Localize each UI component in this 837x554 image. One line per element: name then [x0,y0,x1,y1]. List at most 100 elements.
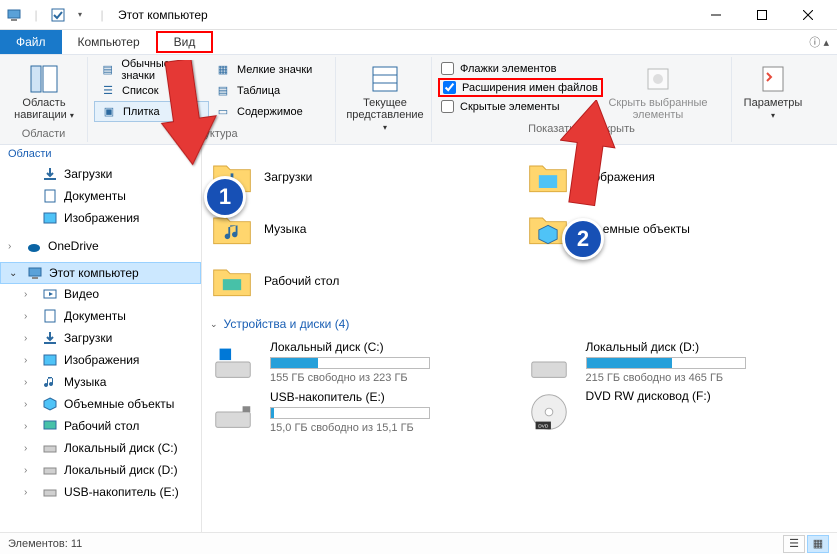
minimize-button[interactable] [693,0,739,30]
folder-pictures[interactable]: Изображения [526,153,830,201]
folder-icon [526,155,570,199]
sidebar-item-desktop[interactable]: ›Рабочий стол [0,415,201,437]
folder-music[interactable]: Музыка [210,205,514,253]
ribbon-help-icon[interactable]: ⓘ ▴ [809,34,829,50]
drive-name: Локальный диск (C:) [270,340,514,354]
sidebar-item-documents[interactable]: ›Документы [0,305,201,327]
checkbox-file-extensions-input[interactable] [443,81,456,94]
ribbon-group-panes: Областьнавигации ▾ Области [0,57,88,142]
sidebar-item-music[interactable]: ›Музыка [0,371,201,393]
expand-icon[interactable]: › [24,421,36,432]
sidebar-item-this-pc[interactable]: ⌄ Этот компьютер [0,262,201,284]
sidebar-item-videos[interactable]: ›Видео [0,283,201,305]
window-title: Этот компьютер [118,8,208,22]
sidebar-item-documents-qa[interactable]: Документы [0,185,201,207]
layout-content[interactable]: ▭Содержимое [209,101,321,122]
view-details-button[interactable]: ☰ [783,535,805,553]
sidebar-item-pictures[interactable]: › Изображения [0,349,201,371]
expand-icon[interactable]: › [24,333,36,344]
sidebar-item-drive-c[interactable]: › Локальный диск (C:) [0,437,201,459]
desktop-icon [42,418,58,434]
layout-table[interactable]: ▤Таблица [209,80,321,101]
checkbox-item-flags-input[interactable] [441,62,454,75]
expand-icon[interactable]: › [24,487,36,498]
sidebar-item-downloads[interactable]: ›Загрузки [0,327,201,349]
close-button[interactable] [785,0,831,30]
layout-regular-icons[interactable]: ▤Обычные значки [94,59,209,80]
nav-pane[interactable]: Области Загрузки Документы Изображения ›… [0,145,202,532]
maximize-button[interactable] [739,0,785,30]
sidebar-item-label: Изображения [64,211,139,225]
expand-icon[interactable]: › [8,241,20,252]
folder-icon [210,207,254,251]
sidebar-item-label: Изображения [64,353,139,367]
tab-computer[interactable]: Компьютер [62,30,156,54]
sidebar-item-drive-e[interactable]: › USB-накопитель (E:) [0,481,201,503]
folder-label: Объемные объекты [580,222,690,236]
expand-icon[interactable]: › [24,443,36,454]
checkbox-hidden-items[interactable]: Скрытые элементы [438,99,603,114]
list-icon: ☰ [100,83,116,99]
dropdown-qat-icon[interactable]: ▾ [72,7,88,23]
drive-e[interactable]: USB-накопитель (E:) 15,0 ГБ свободно из … [210,389,514,435]
sidebar-item-drive-d[interactable]: › Локальный диск (D:) [0,459,201,481]
current-view-button[interactable]: Текущеепредставление ▾ [342,59,428,133]
checkbox-item-flags[interactable]: Флажки элементов [438,61,603,76]
quick-access-toolbar: | ▾ | [6,7,110,23]
sidebar-item-onedrive[interactable]: › OneDrive [0,235,201,257]
content-area[interactable]: Загрузки Изображения Музыка Объемные объ… [202,145,837,532]
drive-f-dvd[interactable]: DVD DVD RW дисковод (F:) [526,389,830,435]
sidebar-item-pictures-qa[interactable]: Изображения [0,207,201,229]
sidebar-item-label: Этот компьютер [49,266,139,280]
sidebar-item-label: Локальный диск (D:) [64,463,178,477]
layout-small-icons[interactable]: ▦Мелкие значки [209,59,321,80]
hide-selected-button[interactable]: Скрыть выбранныеэлементы [603,59,713,121]
documents-icon [42,188,58,204]
layout-tiles-label: Плитка [123,106,160,118]
window-controls [693,0,831,30]
downloads-icon [42,166,58,182]
status-bar: Элементов: 11 ☰ ▦ [0,532,837,554]
folder-downloads[interactable]: Загрузки [210,153,514,201]
expand-icon[interactable]: › [24,377,36,388]
collapse-icon[interactable]: ⌄ [9,268,21,279]
section-drives-label: Устройства и диски (4) [224,317,350,331]
pictures-icon [42,352,58,368]
tab-view[interactable]: Вид [156,31,214,53]
drive-d[interactable]: Локальный диск (D:) 215 ГБ свободно из 4… [526,339,830,385]
current-view-label1: Текущее [363,97,407,109]
expand-icon[interactable]: › [24,289,36,300]
options-button[interactable]: Параметры▾ [738,59,808,121]
hide-selected-l2: элементы [633,109,684,121]
folder-3d-objects[interactable]: Объемные объекты [526,205,830,253]
sidebar-item-label: Локальный диск (C:) [64,441,178,455]
drive-c[interactable]: Локальный диск (C:) 155 ГБ свободно из 2… [210,339,514,385]
checkbox-file-extensions[interactable]: Расширения имен файлов [438,78,603,97]
view-tiles-button[interactable]: ▦ [807,535,829,553]
ribbon-group-current-view: Текущеепредставление ▾ . [336,57,432,142]
tab-file[interactable]: Файл [0,30,62,54]
status-count: Элементов: 11 [8,538,82,550]
pc-icon [27,265,43,281]
nav-pane-button[interactable]: Областьнавигации ▾ [6,59,82,121]
expand-icon[interactable]: › [24,311,36,322]
ribbon-group-show-hide: Флажки элементов Расширения имен файлов … [432,57,732,142]
layout-table-label: Таблица [237,85,280,97]
layout-regular-label: Обычные значки [121,58,203,82]
expand-icon[interactable]: › [24,399,36,410]
drive-capacity-bar [270,357,430,369]
checkbox-hidden-items-input[interactable] [441,100,454,113]
sidebar-item-downloads-qa[interactable]: Загрузки [0,163,201,185]
layout-tiles[interactable]: ▣Плитка [94,101,209,122]
sidebar-item-3d-objects[interactable]: ›Объемные объекты [0,393,201,415]
folder-desktop[interactable]: Рабочий стол [210,257,514,305]
expand-icon[interactable]: › [24,465,36,476]
onedrive-icon [26,238,42,254]
section-drives-heading[interactable]: ⌄ Устройства и диски (4) [210,309,829,335]
folder-label: Изображения [580,170,655,184]
expand-icon[interactable]: › [24,355,36,366]
dvd-drive-icon: DVD [526,389,572,435]
layout-list[interactable]: ☰Список [94,80,209,101]
checkbox-qat-icon[interactable] [50,7,66,23]
sidebar-item-label: USB-накопитель (E:) [64,485,179,499]
